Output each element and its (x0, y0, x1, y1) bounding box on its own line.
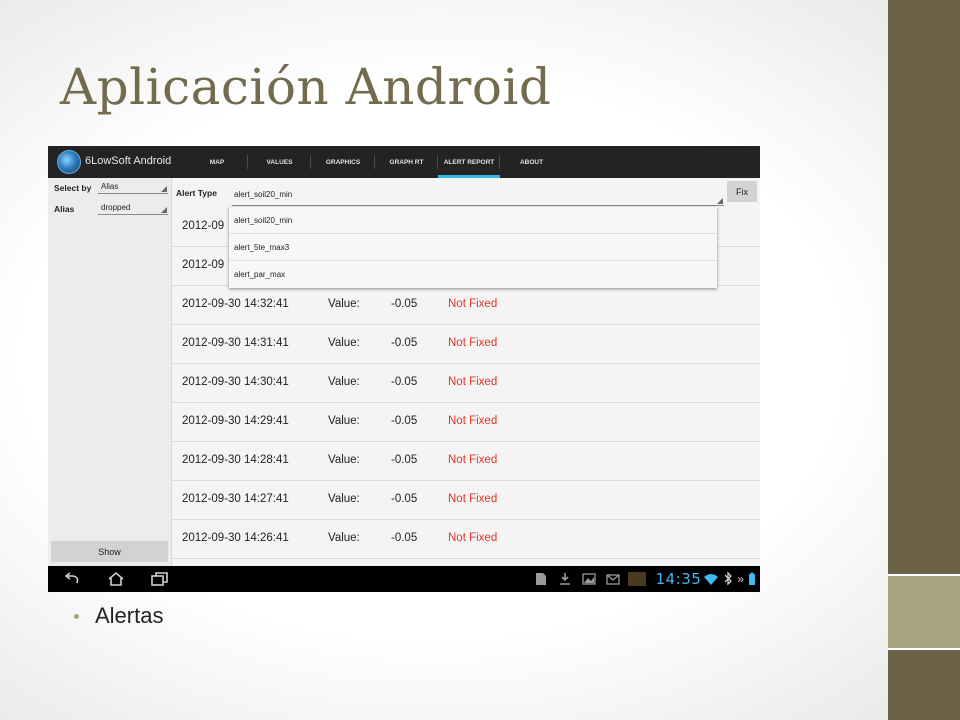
alert-type-dropdown[interactable]: alert_soil20_min (232, 190, 724, 206)
list-item[interactable]: 2012-09-30 14:28:41 Value: -0.05 Not Fix… (172, 442, 760, 481)
battery-icon (749, 572, 755, 585)
dropdown-option[interactable]: alert_5te_max3 (229, 234, 717, 261)
dropdown-option[interactable]: alert_soil20_min (229, 207, 717, 234)
dropdown-arrow-icon (161, 186, 167, 192)
android-screenshot: 6LowSoft Android MAP VALUES GRAPHICS GRA… (48, 146, 760, 592)
tab-graph-rt[interactable]: GRAPH RT (375, 146, 438, 178)
tab-graphics[interactable]: GRAPHICS (311, 146, 375, 178)
file-icon (535, 573, 546, 585)
image-icon (581, 573, 596, 585)
select-by-label: Select by (54, 183, 92, 193)
side-decoration-gap (888, 648, 960, 650)
alert-date: 2012-09 (182, 220, 225, 232)
value-label: Value: (328, 532, 360, 544)
alert-value: -0.05 (391, 298, 418, 310)
app-logo-icon[interactable] (57, 150, 81, 174)
alias-label: Alias (54, 204, 75, 214)
alert-date: 2012-09-30 14:32:41 (182, 298, 289, 310)
tab-bar: MAP VALUES GRAPHICS GRAPH RT ALERT REPOR… (186, 146, 563, 178)
alert-date: 2012-09 (182, 259, 225, 271)
alias-dropdown[interactable]: dropped (98, 203, 168, 215)
side-decoration-light (888, 576, 960, 648)
value-label: Value: (328, 415, 360, 427)
value-label: Value: (328, 493, 360, 505)
alert-value: -0.05 (391, 493, 418, 505)
status-text: Not Fixed (448, 298, 498, 310)
status-text: Not Fixed (448, 454, 498, 466)
alert-value: -0.05 (391, 376, 418, 388)
value-label: Value: (328, 298, 360, 310)
tab-about[interactable]: ABOUT (500, 146, 563, 178)
home-icon[interactable] (106, 570, 126, 588)
list-item[interactable]: 2012-09-30 14:27:41 Value: -0.05 Not Fix… (172, 481, 760, 520)
dropdown-option[interactable]: alert_par_max (229, 261, 717, 288)
value-label: Value: (328, 376, 360, 388)
alert-value: -0.05 (391, 454, 418, 466)
bullet-dot (74, 614, 79, 619)
list-item[interactable]: 2012-09-30 14:31:41 Value: -0.05 Not Fix… (172, 325, 760, 364)
dropdown-arrow-icon (161, 207, 167, 213)
alert-type-value: alert_soil20_min (234, 190, 293, 199)
tab-map[interactable]: MAP (186, 146, 248, 178)
alert-value: -0.05 (391, 532, 418, 544)
mail-icon (605, 574, 620, 585)
show-button[interactable]: Show (51, 541, 168, 562)
tab-alert-report[interactable]: ALERT REPORT (438, 146, 500, 178)
alert-date: 2012-09-30 14:31:41 (182, 337, 289, 349)
value-label: Value: (328, 454, 360, 466)
wifi-icon (704, 574, 719, 585)
alert-value: -0.05 (391, 415, 418, 427)
alert-type-label: Alert Type (176, 188, 217, 198)
list-item[interactable]: 2012-09-30 14:26:41 Value: -0.05 Not Fix… (172, 520, 760, 559)
list-item[interactable]: 2012-09-30 14:29:41 Value: -0.05 Not Fix… (172, 403, 760, 442)
action-bar: 6LowSoft Android MAP VALUES GRAPHICS GRA… (48, 146, 760, 178)
app-thumbnail-icon (627, 572, 646, 586)
alert-date: 2012-09-30 14:28:41 (182, 454, 289, 466)
list-item[interactable]: 2012-09-30 14:32:41 Value: -0.05 Not Fix… (172, 286, 760, 325)
alert-date: 2012-09-30 14:29:41 (182, 415, 289, 427)
back-icon[interactable] (62, 570, 82, 588)
status-text: Not Fixed (448, 415, 498, 427)
alert-date: 2012-09-30 14:26:41 (182, 532, 289, 544)
status-area: 14:35 » (534, 570, 756, 588)
status-text: Not Fixed (448, 376, 498, 388)
clock: 14:35 (655, 570, 702, 588)
bluetooth-icon (724, 571, 733, 586)
download-icon (559, 573, 570, 585)
filter-panel: Select by Alias Alias dropped Show (48, 178, 172, 566)
alert-date: 2012-09-30 14:27:41 (182, 493, 289, 505)
slide-title: Aplicación Android (60, 58, 552, 116)
chevron-icon: » (737, 572, 744, 586)
select-by-value: Alias (101, 182, 119, 191)
app-name: 6LowSoft Android (85, 155, 172, 167)
list-item[interactable]: 2012-09-30 14:30:41 Value: -0.05 Not Fix… (172, 364, 760, 403)
status-text: Not Fixed (448, 532, 498, 544)
fix-button[interactable]: Fix (727, 181, 757, 202)
status-text: Not Fixed (448, 337, 498, 349)
dropdown-arrow-icon (717, 198, 723, 204)
system-nav-bar: 14:35 » (48, 566, 760, 592)
alert-date: 2012-09-30 14:30:41 (182, 376, 289, 388)
status-text: Not Fixed (448, 493, 498, 505)
alert-value: -0.05 (391, 337, 418, 349)
tab-values[interactable]: VALUES (248, 146, 311, 178)
bullet-text: Alertas (95, 603, 164, 628)
select-by-dropdown[interactable]: Alias (98, 182, 168, 194)
value-label: Value: (328, 337, 360, 349)
alias-value: dropped (101, 203, 131, 212)
alert-type-options-popup: alert_soil20_min alert_5te_max3 alert_pa… (229, 207, 717, 288)
recent-apps-icon[interactable] (149, 570, 171, 588)
